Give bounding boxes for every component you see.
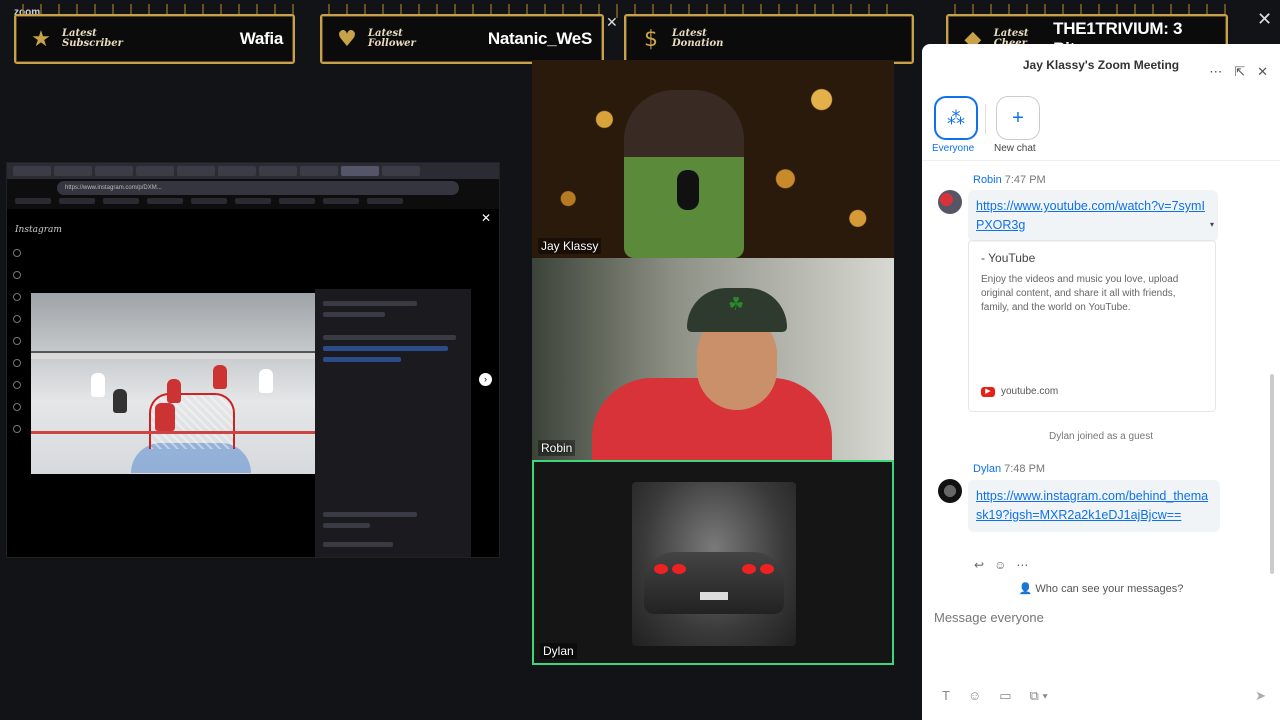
- everyone-chat-button[interactable]: ⁂: [934, 96, 978, 140]
- banner-value: Wafia: [239, 29, 284, 48]
- send-icon[interactable]: ➤: [1255, 688, 1266, 704]
- person-icon: 👤: [1018, 583, 1033, 595]
- avatar: [938, 190, 962, 214]
- link-preview-card[interactable]: - YouTube Enjoy the videos and music you…: [968, 240, 1216, 412]
- star-icon: ★: [31, 26, 51, 52]
- latest-subscriber-banner: ★ Latest Subscriber Wafia: [14, 14, 295, 64]
- people-icon: ⁂: [947, 107, 965, 128]
- heart-icon: ♥: [337, 26, 357, 52]
- new-chat-button[interactable]: +: [996, 96, 1040, 140]
- close-post-icon[interactable]: ✕: [481, 211, 491, 225]
- chat-panel: Jay Klassy's Zoom Meeting ⋯ ⇱ ✕ ⁂ Everyo…: [922, 44, 1280, 720]
- reply-icon[interactable]: ↩: [974, 558, 984, 572]
- banner-label: Latest Subscriber: [62, 28, 123, 49]
- instagram-logo: Instagram: [15, 225, 62, 235]
- message-sender: Robin 7:47 PM: [973, 174, 1046, 186]
- avatar: [938, 479, 962, 503]
- file-icon[interactable]: ▭: [999, 688, 1011, 704]
- participant-name: Jay Klassy: [538, 238, 602, 254]
- chevron-down-icon[interactable]: ▾: [1210, 220, 1214, 229]
- instagram-sidebar[interactable]: [13, 249, 23, 447]
- shared-screen[interactable]: https://www.instagram.com/p/DXM... Insta…: [6, 162, 500, 558]
- preview-title: - YouTube: [981, 251, 1036, 265]
- message-input[interactable]: Message everyone: [934, 610, 1044, 625]
- bookmarks-bar[interactable]: [7, 195, 499, 205]
- pop-out-icon[interactable]: ⇱: [1234, 64, 1245, 80]
- browser-url-bar[interactable]: https://www.instagram.com/p/DXM...: [57, 181, 459, 195]
- close-chat-icon[interactable]: ✕: [1257, 64, 1268, 80]
- new-chat-label: New chat: [994, 143, 1036, 154]
- message-link[interactable]: https://www.youtube.com/watch?v=7symIPXO…: [968, 190, 1218, 242]
- more-options-icon[interactable]: ⋯: [1209, 64, 1222, 80]
- emoji-icon[interactable]: ☺: [968, 688, 981, 704]
- video-tile-robin[interactable]: ☘ Robin: [532, 258, 894, 460]
- next-post-icon[interactable]: ›: [479, 373, 492, 386]
- latest-donation-banner: $ Latest Donation: [624, 14, 914, 64]
- message-link[interactable]: https://www.instagram.com/behind_themask…: [968, 480, 1220, 532]
- plus-icon: +: [1012, 106, 1024, 129]
- latest-follower-banner: ♥ Latest Follower Natanic_WeS: [320, 14, 604, 64]
- profile-picture-car: [632, 482, 796, 646]
- stream-stage: zoom ★ Latest Subscriber Wafia ♥ Latest …: [0, 0, 1280, 720]
- youtube-icon: ▶: [981, 386, 995, 397]
- banner-value: Natanic_WeS: [487, 29, 592, 48]
- browser-tabs[interactable]: [7, 163, 499, 179]
- everyone-label: Everyone: [932, 143, 975, 154]
- chat-scrollbar[interactable]: [1270, 374, 1274, 574]
- video-tile-jay-klassy[interactable]: Jay Klassy: [532, 60, 894, 258]
- close-icon[interactable]: ✕: [606, 14, 618, 31]
- who-can-see-link[interactable]: 👤 Who can see your messages?: [922, 582, 1280, 595]
- system-message: Dylan joined as a guest: [1049, 431, 1153, 442]
- preview-domain: youtube.com: [1001, 386, 1059, 397]
- participant-name: Robin: [538, 440, 576, 456]
- format-text-icon[interactable]: T: [942, 688, 950, 704]
- emoji-reaction-icon[interactable]: ☺: [994, 558, 1006, 572]
- message-sender: Dylan 7:48 PM: [973, 463, 1046, 475]
- video-tile-dylan[interactable]: Dylan: [532, 460, 894, 665]
- screenshot-icon[interactable]: ⧉ ▾: [1030, 688, 1048, 704]
- banner-label: Latest Donation: [672, 28, 724, 49]
- hockey-video[interactable]: [31, 293, 315, 474]
- instagram-post-view[interactable]: Instagram ✕ ›: [7, 209, 499, 557]
- more-icon[interactable]: ⋯: [1016, 558, 1028, 572]
- window-close-icon[interactable]: ✕: [1257, 9, 1272, 30]
- post-comments-panel[interactable]: [315, 289, 471, 557]
- participant-name: Dylan: [540, 643, 577, 659]
- dollar-icon: $: [644, 26, 658, 52]
- preview-description: Enjoy the videos and music you love, upl…: [981, 274, 1179, 313]
- banner-label: Latest Follower: [368, 28, 416, 49]
